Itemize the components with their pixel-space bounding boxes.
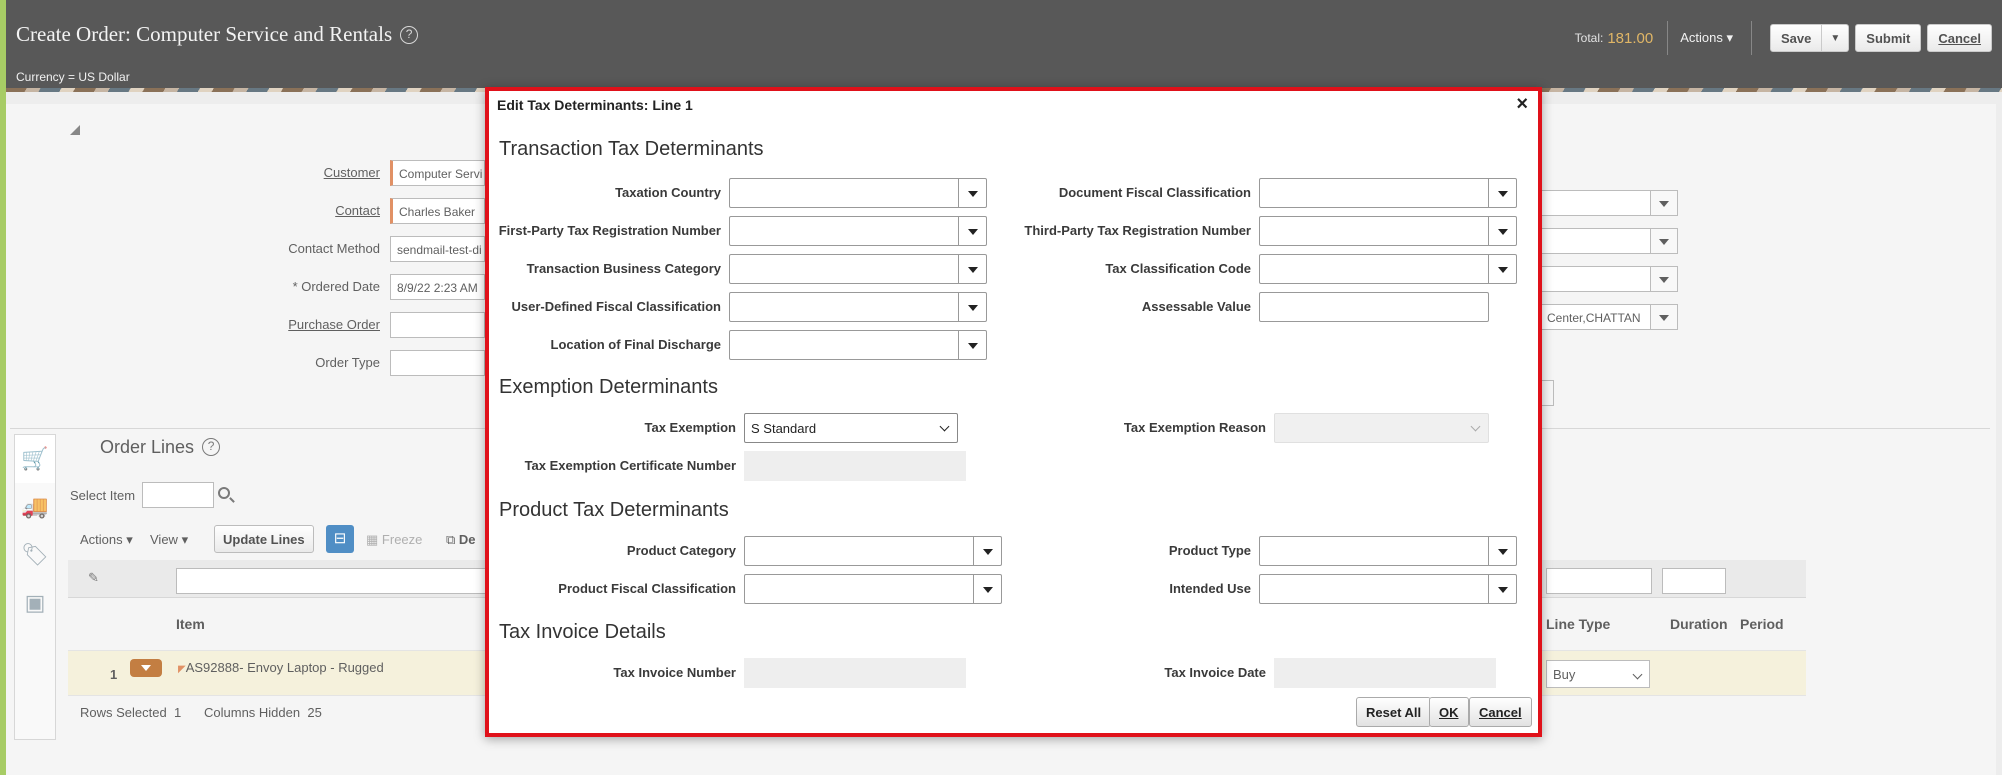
doc-fiscal-class-combo[interactable] [1259, 178, 1517, 208]
chevron-down-icon [939, 421, 950, 432]
tax-invoice-number-label: Tax Invoice Number [613, 665, 736, 680]
product-type-dropdown[interactable] [1488, 537, 1516, 565]
assessable-value-input[interactable] [1259, 292, 1489, 322]
close-icon[interactable]: × [1516, 93, 1528, 116]
location-final-discharge-dropdown[interactable] [958, 331, 986, 359]
third-party-reg-combo[interactable] [1259, 216, 1517, 246]
chevron-down-icon [967, 267, 978, 273]
intended-use-dropdown[interactable] [1488, 575, 1516, 603]
txn-business-category-label: Transaction Business Category [526, 261, 721, 276]
product-fiscal-class-combo[interactable] [744, 574, 1002, 604]
chevron-down-icon [1497, 229, 1508, 235]
taxation-country-label: Taxation Country [615, 185, 721, 200]
intended-use-label: Intended Use [1169, 581, 1251, 596]
tax-invoice-number-field [744, 658, 966, 688]
dialog-title: Edit Tax Determinants: Line 1 [497, 97, 693, 113]
product-type-combo[interactable] [1259, 536, 1517, 566]
chevron-down-icon [1497, 191, 1508, 197]
txn-business-category-combo[interactable] [729, 254, 987, 284]
taxation-country-dropdown[interactable] [958, 179, 986, 207]
tax-invoice-date-label: Tax Invoice Date [1164, 665, 1266, 680]
assessable-value-label: Assessable Value [1141, 299, 1251, 314]
user-fiscal-class-combo[interactable] [729, 292, 987, 322]
ok-button[interactable]: OK [1429, 697, 1469, 727]
tax-exemption-cert-field [744, 451, 966, 481]
tax-invoice-date-field [1274, 658, 1496, 688]
tax-exemption-reason-label: Tax Exemption Reason [1123, 420, 1266, 435]
tax-exemption-label: Tax Exemption [644, 420, 736, 435]
section-title-product: Product Tax Determinants [499, 499, 729, 521]
product-category-label: Product Category [626, 543, 736, 558]
location-final-discharge-label: Location of Final Discharge [550, 337, 721, 352]
user-fiscal-class-label: User-Defined Fiscal Classification [511, 299, 721, 314]
chevron-down-icon [967, 191, 978, 197]
chevron-down-icon [967, 229, 978, 235]
first-party-reg-label: First-Party Tax Registration Number [498, 223, 721, 238]
chevron-down-icon [1470, 421, 1481, 432]
reset-all-button[interactable]: Reset All [1356, 697, 1432, 727]
chevron-down-icon [1497, 267, 1508, 273]
location-final-discharge-combo[interactable] [729, 330, 987, 360]
cancel-button[interactable]: Cancel [1469, 697, 1532, 727]
third-party-reg-dropdown[interactable] [1488, 217, 1516, 245]
third-party-reg-label: Third-Party Tax Registration Number [1024, 223, 1251, 238]
chevron-down-icon [982, 549, 993, 555]
chevron-down-icon [982, 587, 993, 593]
section-title-transaction: Transaction Tax Determinants [499, 138, 764, 160]
tax-class-code-combo[interactable] [1259, 254, 1517, 284]
section-title-exemption: Exemption Determinants [499, 376, 718, 398]
doc-fiscal-class-dropdown[interactable] [1488, 179, 1516, 207]
product-type-label: Product Type [1168, 543, 1251, 558]
taxation-country-combo[interactable] [729, 178, 987, 208]
chevron-down-icon [1497, 549, 1508, 555]
first-party-reg-dropdown[interactable] [958, 217, 986, 245]
tax-class-code-dropdown[interactable] [1488, 255, 1516, 283]
product-fiscal-class-dropdown[interactable] [973, 575, 1001, 603]
tax-exemption-value: S Standard [751, 421, 817, 436]
user-fiscal-class-dropdown[interactable] [958, 293, 986, 321]
chevron-down-icon [967, 305, 978, 311]
txn-business-category-dropdown[interactable] [958, 255, 986, 283]
tax-exemption-cert-label: Tax Exemption Certificate Number [524, 458, 736, 473]
product-category-dropdown[interactable] [973, 537, 1001, 565]
section-title-invoice: Tax Invoice Details [499, 621, 666, 643]
tax-exemption-select[interactable]: S Standard [744, 413, 958, 443]
chevron-down-icon [967, 343, 978, 349]
edit-tax-determinants-dialog: Edit Tax Determinants: Line 1 × Transact… [485, 87, 1542, 737]
chevron-down-icon [1497, 587, 1508, 593]
first-party-reg-combo[interactable] [729, 216, 987, 246]
tax-exemption-reason-select[interactable] [1274, 413, 1489, 443]
tax-class-code-label: Tax Classification Code [1105, 261, 1251, 276]
product-fiscal-class-label: Product Fiscal Classification [558, 581, 736, 596]
doc-fiscal-class-label: Document Fiscal Classification [1058, 185, 1251, 200]
product-category-combo[interactable] [744, 536, 1002, 566]
intended-use-combo[interactable] [1259, 574, 1517, 604]
